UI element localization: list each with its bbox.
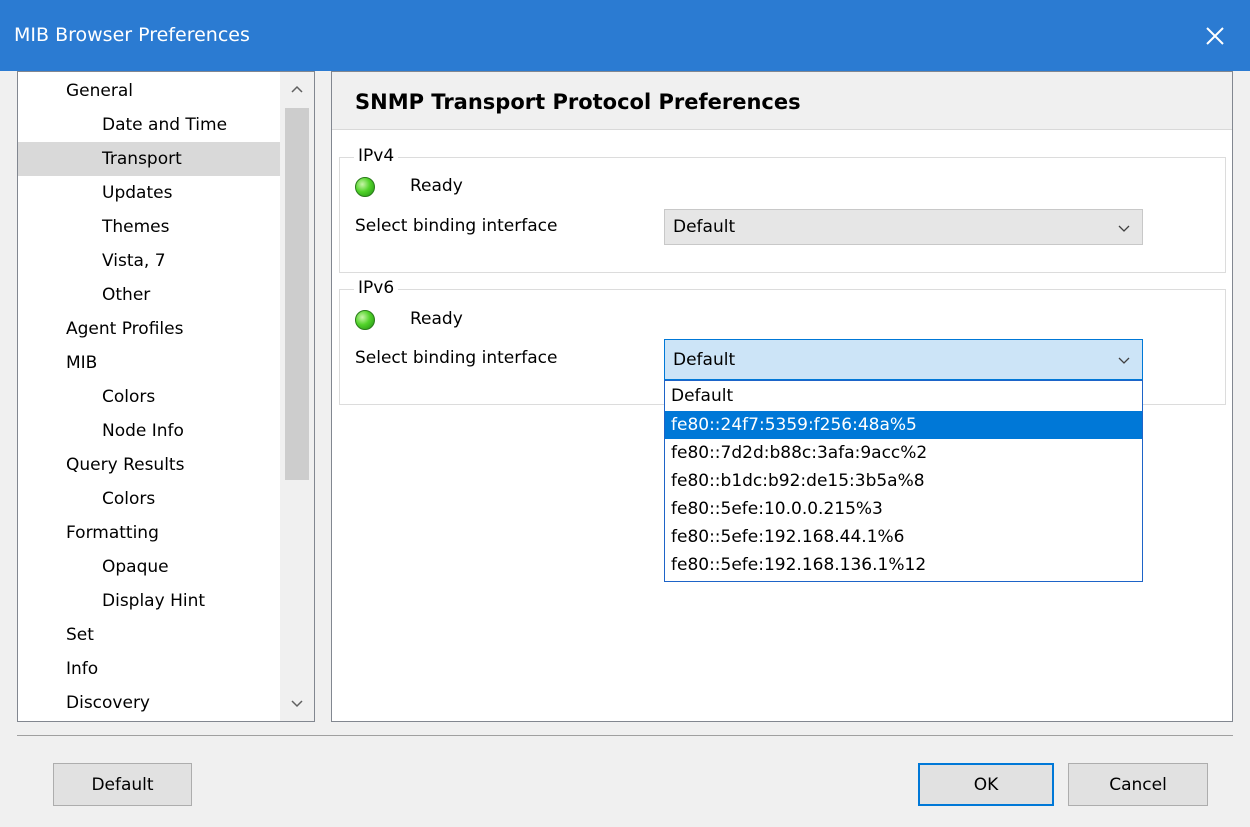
tree-item-label: MIB	[66, 353, 98, 373]
tree-item-label: General	[66, 81, 133, 101]
ipv6-binding-value: Default	[673, 350, 736, 370]
dropdown-option[interactable]: fe80::5efe:192.168.44.1%6	[665, 523, 1142, 551]
tree-item-label: Updates	[102, 183, 173, 203]
chevron-down-icon	[291, 700, 303, 708]
tree-item-opaque[interactable]: Opaque	[18, 550, 314, 584]
ipv4-legend: IPv4	[354, 146, 399, 166]
tree-item-label: Themes	[102, 217, 170, 237]
tree-item-label: Date and Time	[102, 115, 228, 135]
tree-item-themes[interactable]: Themes	[18, 210, 314, 244]
tree-item-label: Formatting	[66, 523, 159, 543]
tree-item-label: Opaque	[102, 557, 169, 577]
tree-item-label: Display Hint	[102, 591, 206, 611]
tree-item-date-and-time[interactable]: Date and Time	[18, 108, 314, 142]
tree-item-label: Other	[102, 285, 151, 305]
dropdown-option[interactable]: fe80::b1dc:b92:de15:3b5a%8	[665, 467, 1142, 495]
tree-item-updates[interactable]: Updates	[18, 176, 314, 210]
tree-item-label: Info	[66, 659, 99, 679]
dropdown-option[interactable]: fe80::5efe:10.0.0.215%3	[665, 495, 1142, 523]
footer-separator	[17, 735, 1233, 736]
ipv4-status-icon	[355, 177, 375, 197]
tree-item-label: Set	[66, 625, 94, 645]
ok-button[interactable]: OK	[918, 763, 1054, 806]
window-title: MIB Browser Preferences	[14, 24, 250, 46]
ipv4-binding-label: Select binding interface	[355, 216, 558, 236]
tree-item-discovery[interactable]: Discovery	[18, 686, 314, 720]
tree-item-other[interactable]: Other	[18, 278, 314, 312]
scroll-down-button[interactable]	[280, 687, 314, 721]
tree-item-query-colors[interactable]: Colors	[18, 482, 314, 516]
close-button[interactable]	[1180, 0, 1250, 71]
tree-item-label: Vista, 7	[102, 251, 166, 271]
title-bar: MIB Browser Preferences	[0, 0, 1250, 71]
ipv4-status-text: Ready	[410, 176, 463, 196]
tree-item-label: Transport	[102, 149, 182, 169]
close-icon	[1206, 26, 1224, 45]
panel-header: SNMP Transport Protocol Preferences	[332, 72, 1232, 130]
tree-item-label: Agent Profiles	[66, 319, 184, 339]
dropdown-option[interactable]: fe80::5efe:192.168.136.1%12	[665, 551, 1142, 579]
preferences-tree[interactable]: General Date and Time Transport Updates …	[17, 71, 315, 722]
dropdown-option[interactable]: fe80::7d2d:b88c:3afa:9acc%2	[665, 439, 1142, 467]
tree-item-label: Query Results	[66, 455, 185, 475]
dropdown-option-highlighted[interactable]: fe80::24f7:5359:f256:48a%5	[665, 411, 1142, 439]
tree-item-set[interactable]: Set	[18, 618, 314, 652]
tree-item-label: Colors	[102, 489, 156, 509]
chevron-up-icon	[291, 85, 303, 93]
ipv6-binding-label: Select binding interface	[355, 348, 558, 368]
tree-item-node-info[interactable]: Node Info	[18, 414, 314, 448]
scroll-thumb[interactable]	[285, 108, 309, 480]
ipv6-status-text: Ready	[410, 309, 463, 329]
tree-item-vista-7[interactable]: Vista, 7	[18, 244, 314, 278]
panel-title: SNMP Transport Protocol Preferences	[355, 90, 801, 114]
scroll-up-button[interactable]	[280, 72, 314, 106]
ipv6-binding-select[interactable]: Default	[664, 339, 1143, 380]
tree-item-label: Colors	[102, 387, 156, 407]
chevron-down-icon	[1118, 357, 1130, 364]
tree-item-label: Node Info	[102, 421, 184, 441]
tree-item-general[interactable]: General	[18, 74, 314, 108]
dropdown-option[interactable]: Default	[665, 382, 1142, 410]
ipv6-legend: IPv6	[354, 278, 399, 298]
ipv4-binding-value: Default	[673, 217, 736, 237]
ipv4-binding-select[interactable]: Default	[664, 209, 1143, 245]
tree-item-formatting[interactable]: Formatting	[18, 516, 314, 550]
chevron-down-icon	[1118, 225, 1130, 232]
tree-item-transport[interactable]: Transport	[18, 142, 314, 176]
tree-item-label: Discovery	[66, 693, 150, 713]
ipv6-status-icon	[355, 310, 375, 330]
cancel-button[interactable]: Cancel	[1068, 763, 1208, 806]
tree-item-info[interactable]: Info	[18, 652, 314, 686]
tree-item-display-hint[interactable]: Display Hint	[18, 584, 314, 618]
tree-item-query-results[interactable]: Query Results	[18, 448, 314, 482]
tree-item-mib-colors[interactable]: Colors	[18, 380, 314, 414]
default-button[interactable]: Default	[53, 763, 192, 806]
ipv6-binding-dropdown[interactable]: Default fe80::24f7:5359:f256:48a%5 fe80:…	[664, 380, 1143, 582]
tree-item-agent-profiles[interactable]: Agent Profiles	[18, 312, 314, 346]
tree-scrollbar[interactable]	[280, 72, 314, 721]
tree-item-mib[interactable]: MIB	[18, 346, 314, 380]
